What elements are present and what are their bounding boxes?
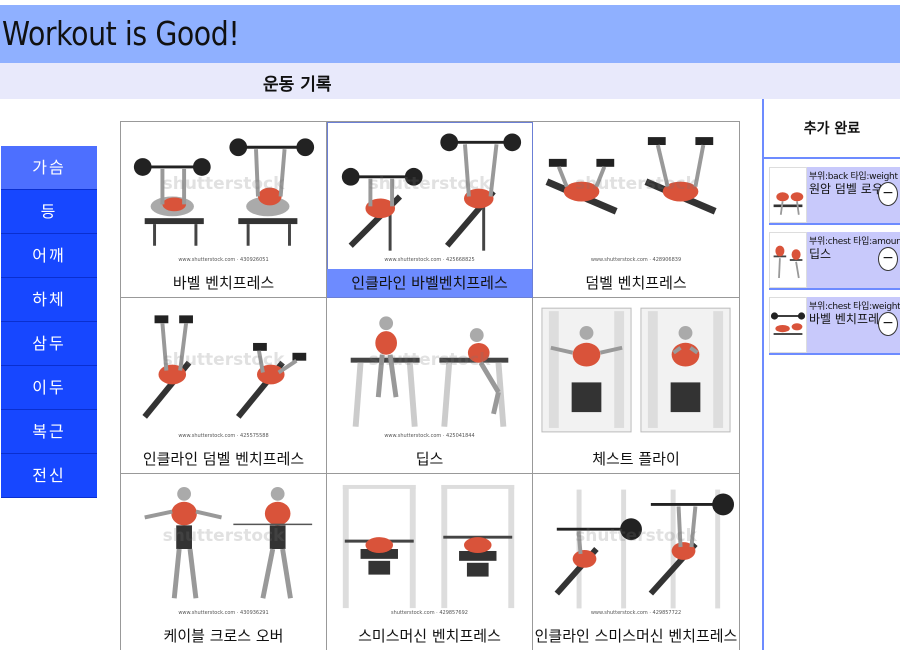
smith-machine-illustration (342, 484, 515, 609)
image-credit: www.shutterstock.com · 428906839 (590, 257, 682, 263)
exercise-card[interactable]: shutterstock www.shutterstock.com · 4255… (121, 298, 327, 474)
exercise-label: 덤벨 벤치프레스 (585, 274, 687, 292)
image-credit: www.shutterstock.com · 425575588 (178, 433, 269, 439)
record-name: 딥스 (809, 247, 832, 261)
chest-fly-illustration (541, 307, 731, 433)
exercise-label: 케이블 크로스 오버 (163, 627, 284, 645)
record-item: 부위:chest 타입:weight 바벨 벤치프레스 − (769, 297, 900, 355)
barbell-bench-illustration (133, 138, 315, 246)
dips-illustration (350, 316, 509, 427)
exercise-image (537, 126, 735, 267)
remove-record-button[interactable]: − (878, 247, 898, 271)
record-item: 부위:back 타입:weight 원암 덤벨 로우 − (769, 167, 900, 225)
incline-dumbbell-illustration (142, 315, 307, 419)
sub-header: 운동 기록 (0, 63, 900, 99)
record-thumbnail (769, 297, 807, 353)
nav-item-triceps[interactable]: 삼두 (1, 322, 97, 366)
app-header: Workout is Good! (0, 5, 900, 63)
image-credit: www.shutterstock.com · 425668825 (384, 257, 475, 263)
nav-item-shoulders[interactable]: 어깨 (1, 234, 97, 278)
exercise-card[interactable]: shutterstock www.shutterstock.com · 4298… (533, 474, 739, 650)
exercise-image (125, 478, 322, 620)
nav-item-back[interactable]: 등 (1, 190, 97, 234)
image-credit: www.shutterstock.com · 430926051 (178, 257, 269, 263)
exercise-image (331, 478, 528, 620)
exercise-card[interactable]: shutterstock www.shutterstock.com · 4309… (121, 474, 327, 650)
cable-crossover-illustration (144, 486, 313, 599)
image-credit: www.shutterstock.com · 430936291 (178, 610, 269, 616)
done-button[interactable]: 추가 완료 (764, 118, 900, 138)
exercise-image (125, 126, 322, 267)
exercise-label: 딥스 (415, 450, 444, 468)
exercise-card[interactable]: shutterstock www.shutterstock.com · 4256… (327, 122, 533, 298)
category-nav: 가슴 등 어깨 하체 삼두 이두 복근 전신 (1, 146, 97, 498)
exercise-label: 체스트 플라이 (592, 450, 680, 468)
remove-record-button[interactable]: − (878, 182, 898, 206)
exercise-card[interactable]: 체스트 플라이 (533, 298, 739, 474)
exercise-card[interactable]: shutterstock www.shutterstock.com · 4309… (121, 122, 327, 298)
one-arm-row-illustration (773, 192, 804, 215)
incline-smith-machine-illustration (554, 489, 735, 609)
exercise-image (331, 126, 528, 267)
exercise-label: 스미스머신 벤치프레스 (358, 627, 501, 645)
page-title: 운동 기록 (263, 75, 332, 95)
exercise-card[interactable]: shutterstock.com · 429857692 스미스머신 벤치프레스 (327, 474, 533, 650)
nav-item-chest[interactable]: 가슴 (1, 146, 97, 190)
incline-barbell-illustration (341, 133, 522, 251)
exercise-card[interactable]: shutterstock www.shutterstock.com · 4289… (533, 122, 739, 298)
record-name: 원암 덤벨 로우 (809, 182, 883, 196)
nav-item-fullbody[interactable]: 전신 (1, 454, 97, 498)
exercise-image (537, 478, 735, 620)
dips-thumbnail-illustration (773, 245, 803, 279)
nav-item-abs[interactable]: 복근 (1, 410, 97, 454)
exercise-label: 인클라인 스미스머신 벤치프레스 (534, 627, 738, 645)
exercise-label: 인클라인 덤벨 벤치프레스 (142, 450, 305, 468)
image-credit: www.shutterstock.com · 425041844 (384, 433, 475, 439)
exercise-image (331, 302, 528, 443)
exercise-card[interactable]: shutterstock www.shutterstock.com · 4250… (327, 298, 533, 474)
record-sidebar: 추가 완료 부위:back 타입:weight 원암 덤벨 로우 − 부위:ch… (762, 99, 900, 650)
record-thumbnail (769, 167, 807, 223)
exercise-image (537, 302, 735, 443)
nav-item-biceps[interactable]: 이두 (1, 366, 97, 410)
image-credit: shutterstock.com · 429857692 (391, 610, 468, 616)
bench-press-thumbnail-illustration (770, 312, 806, 335)
remove-record-button[interactable]: − (878, 312, 898, 336)
exercise-image (125, 302, 322, 443)
exercise-label: 인클라인 바벨벤치프레스 (327, 269, 532, 297)
exercise-label: 바벨 벤치프레스 (172, 274, 275, 292)
record-item: 부위:chest 타입:amount 딥스 − (769, 232, 900, 290)
dumbbell-bench-illustration (545, 137, 717, 215)
sidebar-divider (764, 157, 900, 159)
image-credit: www.shutterstock.com · 429857722 (590, 610, 682, 616)
app-title: Workout is Good! (2, 14, 240, 53)
exercise-grid: shutterstock www.shutterstock.com · 4309… (120, 121, 740, 650)
nav-item-legs[interactable]: 하체 (1, 278, 97, 322)
record-thumbnail (769, 232, 807, 288)
